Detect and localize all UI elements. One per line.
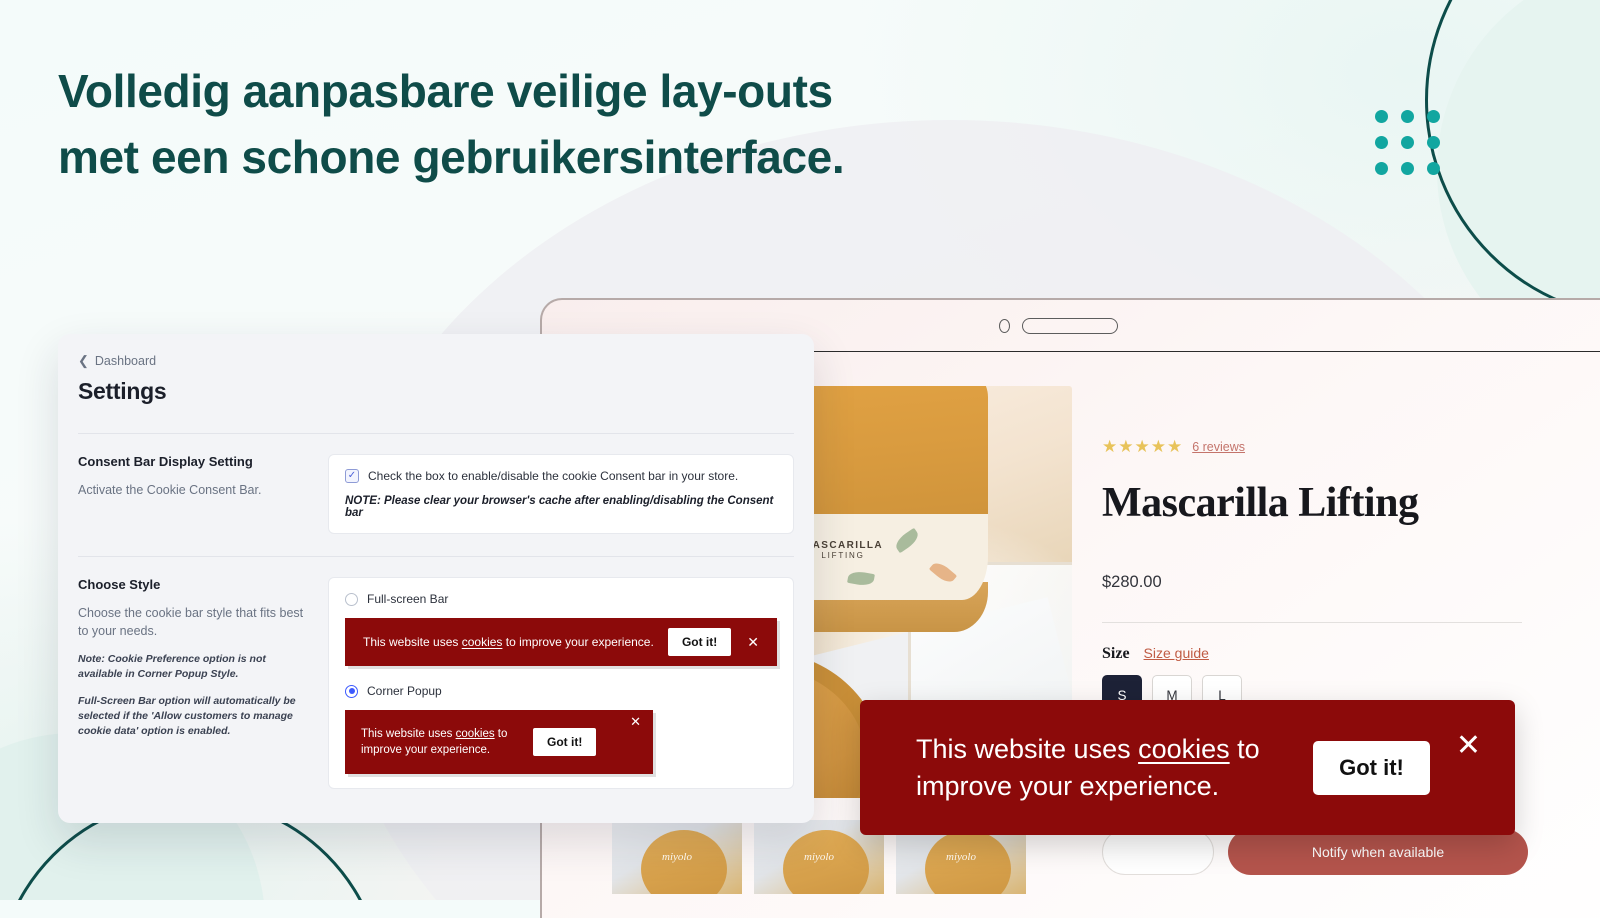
settings-header: ❮ Dashboard Settings [58, 334, 814, 419]
cookie-banner-message: This website uses cookies to improve you… [916, 733, 1260, 801]
cookies-link[interactable]: cookies [456, 728, 495, 740]
cookies-link[interactable]: cookies [1138, 734, 1230, 764]
preview-corner-popup: ✕ This website uses cookies to improve y… [345, 710, 653, 774]
cookie-banner-got-it-button[interactable]: Got it! [1313, 740, 1430, 795]
headline-line-1: Volledig aanpasbare veilige lay-outs [58, 65, 833, 117]
product-title: Mascarilla Lifting [1102, 480, 1419, 526]
style-section-note-2: Full-Screen Bar option will automaticall… [78, 695, 296, 737]
product-rating: ★★★★★ 6 reviews [1102, 438, 1600, 455]
thumbnail-logo: miyolo [804, 851, 834, 864]
preview-fullscreen-bar: This website uses cookies to improve you… [345, 618, 777, 666]
style-section-labels: Choose Style Choose the cookie bar style… [78, 577, 328, 789]
consent-checkbox-row[interactable]: ✓ Check the box to enable/disable the co… [345, 469, 777, 483]
radio-label-corner: Corner Popup [367, 684, 442, 698]
product-price: $280.00 [1102, 573, 1162, 591]
cookie-consent-banner: This website uses cookies to improve you… [860, 700, 1515, 835]
notify-button[interactable]: Notify when available [1228, 829, 1528, 875]
purchase-row: Notify when available [1102, 829, 1600, 875]
quantity-stepper[interactable] [1102, 829, 1214, 875]
style-section-description: Choose the cookie bar style that fits be… [78, 606, 304, 638]
size-option-header: Size Size guide [1102, 645, 1600, 663]
page-title: Settings [78, 378, 167, 404]
radio-option-corner[interactable]: Corner Popup [345, 684, 777, 698]
speaker-icon [1022, 317, 1118, 334]
reviews-link[interactable]: 6 reviews [1192, 440, 1245, 454]
breadcrumb[interactable]: ❮ Dashboard [78, 354, 156, 368]
style-section-heading: Choose Style [78, 577, 161, 592]
style-section-note-1: Note: Cookie Preference option is not av… [78, 653, 266, 680]
size-label: Size [1102, 645, 1130, 662]
consent-checkbox-label: Check the box to enable/disable the cook… [368, 469, 739, 483]
camera-icon [999, 318, 1010, 333]
page-headline: Volledig aanpasbare veilige lay-outs met… [58, 58, 938, 190]
headline-line-2: met een schone gebruikersinterface. [58, 131, 845, 183]
close-icon[interactable]: ✕ [1456, 730, 1481, 761]
radio-label-fullscreen: Full-screen Bar [367, 592, 449, 606]
checkbox-checked-icon[interactable]: ✓ [345, 469, 359, 483]
preview-corner-message: This website uses cookies to improve you… [361, 728, 508, 756]
consent-section-heading: Consent Bar Display Setting [78, 454, 253, 469]
product-thumbnail[interactable]: miyolo [612, 820, 742, 894]
close-icon[interactable]: ✕ [741, 634, 765, 651]
chevron-left-icon: ❮ [78, 353, 89, 368]
breadcrumb-label: Dashboard [94, 353, 157, 368]
dot-grid-icon [1375, 110, 1440, 175]
consent-note: NOTE: Please clear your browser's cache … [345, 495, 774, 519]
preview-fullscreen-got-it-button[interactable]: Got it! [667, 628, 732, 656]
consent-section-card: ✓ Check the box to enable/disable the co… [328, 454, 794, 534]
close-icon[interactable]: ✕ [624, 714, 647, 730]
radio-unselected-icon[interactable] [345, 592, 358, 606]
product-details: ★★★★★ 6 reviews Mascarilla Lifting $280.… [1072, 386, 1600, 918]
radio-option-fullscreen[interactable]: Full-screen Bar [345, 592, 777, 606]
preview-corner-got-it-button[interactable]: Got it! [533, 728, 597, 756]
preview-fullscreen-message: This website uses cookies to improve you… [363, 635, 654, 649]
thumbnail-logo: miyolo [662, 851, 692, 864]
cookies-link[interactable]: cookies [462, 635, 503, 649]
consent-section-labels: Consent Bar Display Setting Activate the… [78, 454, 328, 534]
divider [1102, 622, 1522, 623]
thumbnail-logo: miyolo [946, 851, 976, 864]
consent-display-section: Consent Bar Display Setting Activate the… [58, 434, 814, 534]
star-rating-icon: ★★★★★ [1102, 437, 1184, 456]
style-section-card: Full-screen Bar This website uses cookie… [328, 577, 794, 789]
consent-section-description: Activate the Cookie Consent Bar. [78, 483, 262, 497]
settings-panel: ❮ Dashboard Settings Consent Bar Display… [58, 334, 814, 823]
radio-selected-icon[interactable] [345, 684, 358, 698]
choose-style-section: Choose Style Choose the cookie bar style… [58, 557, 814, 823]
size-guide-link[interactable]: Size guide [1144, 645, 1209, 661]
